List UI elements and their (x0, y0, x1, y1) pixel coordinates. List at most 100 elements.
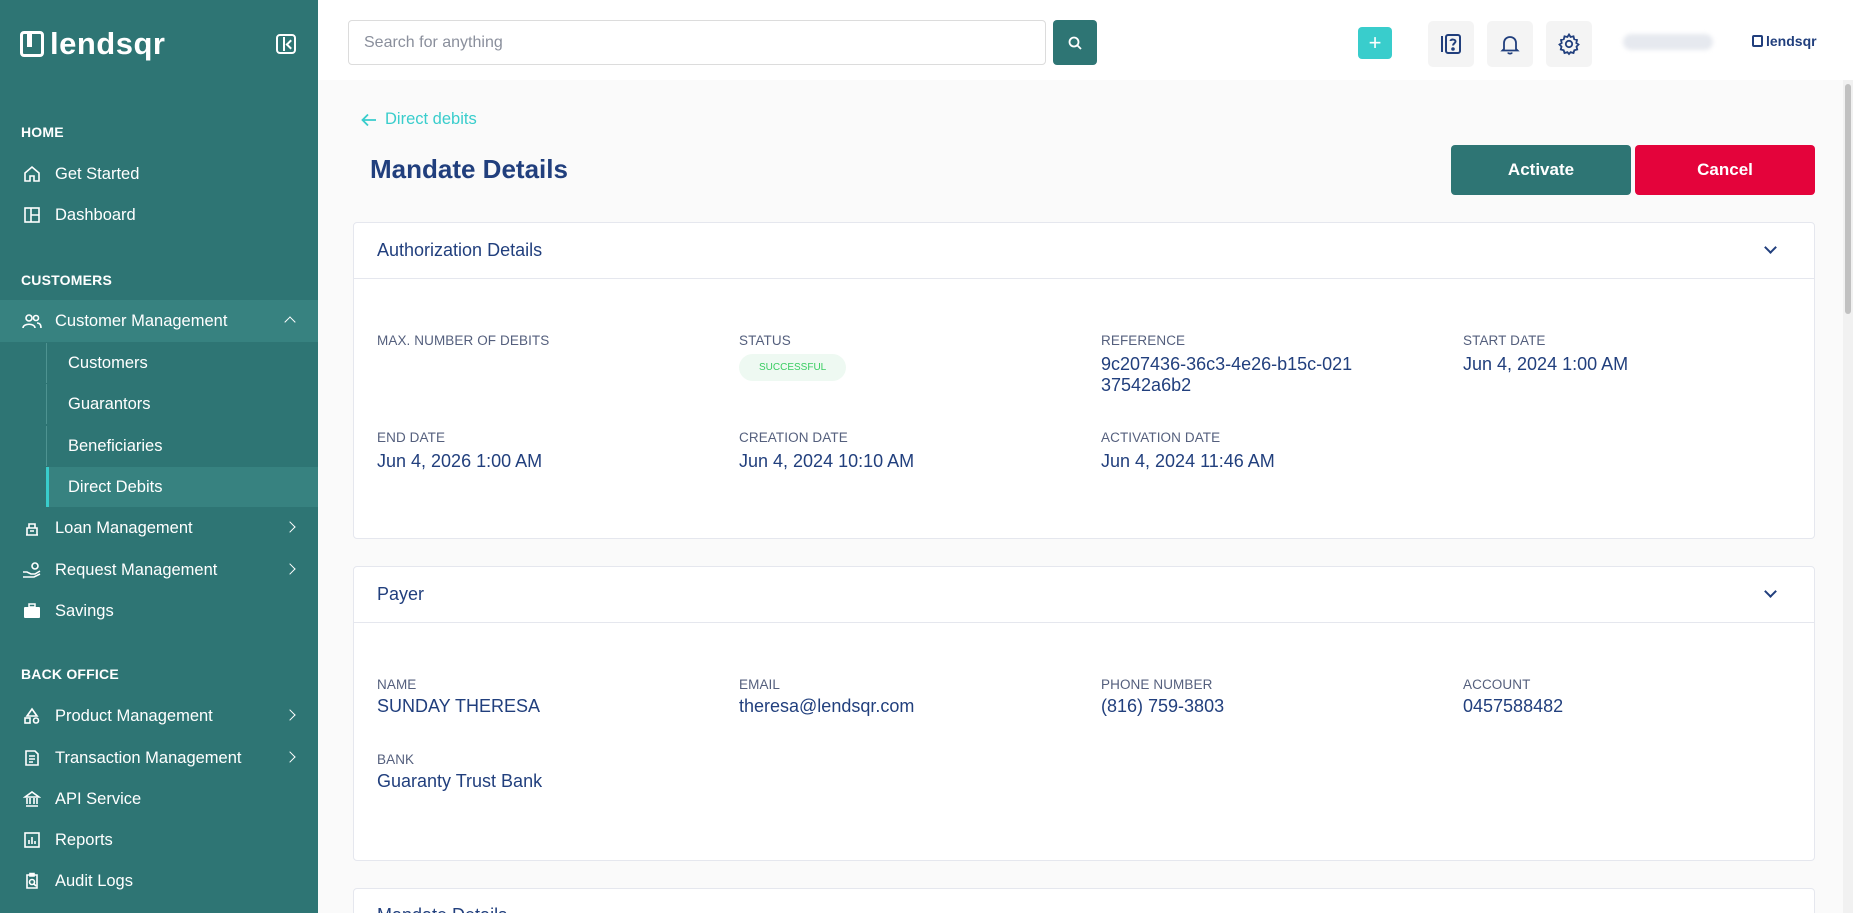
card-title: Mandate Details (377, 905, 507, 913)
sidebar-item-label: Reports (55, 830, 113, 849)
section-title-home: HOME (21, 124, 64, 140)
authorization-details-header[interactable]: Authorization Details (354, 223, 1814, 279)
sidebar-item-beneficiaries[interactable]: Beneficiaries (46, 426, 318, 466)
sidebar-item-guarantors[interactable]: Guarantors (46, 384, 318, 424)
shapes-icon (22, 706, 42, 726)
end-date-field: END DATE Jun 4, 2026 1:00 AM (377, 430, 717, 472)
field-value: Jun 4, 2024 10:10 AM (739, 451, 915, 471)
chevron-right-icon (284, 751, 296, 763)
add-button[interactable]: + (1358, 27, 1392, 59)
org-logo: lendsqr (1752, 33, 1817, 49)
chevron-right-icon (284, 521, 296, 533)
payer-bank-field: BANK Guaranty Trust Bank (377, 752, 717, 792)
gear-icon (1558, 32, 1580, 56)
field-value: (816) 759-3803 (1101, 696, 1225, 716)
sidebar-item-label: Loan Management (55, 518, 193, 537)
mandate-details-card: Mandate Details (353, 888, 1815, 913)
page-scrollbar[interactable] (1843, 80, 1853, 913)
field-label: BANK (377, 752, 415, 767)
user-name-blurred[interactable] (1623, 34, 1713, 50)
sidebar-item-audit-logs[interactable]: Audit Logs (0, 861, 318, 901)
collapse-sidebar-icon[interactable] (276, 34, 296, 54)
mandate-details-header[interactable]: Mandate Details (354, 889, 1814, 913)
field-label: PHONE NUMBER (1101, 677, 1213, 692)
loan-icon (22, 518, 42, 538)
sidebar-item-direct-debits[interactable]: Direct Debits (46, 467, 318, 507)
sidebar-item-loan-management[interactable]: Loan Management (0, 508, 318, 548)
sidebar-item-request-management[interactable]: Request Management (0, 550, 318, 590)
sidebar-item-label: Request Management (55, 560, 218, 579)
dashboard-icon (22, 205, 42, 225)
sidebar-item-reports[interactable]: Reports (0, 820, 318, 860)
sidebar-item-dashboard[interactable]: Dashboard (0, 195, 318, 235)
scrollbar-thumb[interactable] (1845, 84, 1851, 314)
search-button[interactable] (1053, 20, 1097, 65)
org-logo-text: lendsqr (1766, 33, 1817, 49)
sidebar-item-label: Audit Logs (55, 871, 133, 890)
help-icon (1441, 34, 1461, 54)
creation-date-field: CREATION DATE Jun 4, 2024 10:10 AM (739, 430, 1079, 472)
chevron-down-icon[interactable] (1764, 585, 1777, 598)
notifications-button[interactable] (1487, 21, 1533, 67)
sidebar-item-transaction-management[interactable]: Transaction Management (0, 738, 318, 778)
activation-date-field: ACTIVATION DATE Jun 4, 2024 11:46 AM (1101, 430, 1441, 472)
sidebar: lendsqr HOME Get Started Dashboard CUSTO… (0, 0, 318, 913)
field-label: ACCOUNT (1463, 677, 1531, 692)
field-value: Jun 4, 2024 1:00 AM (1463, 354, 1629, 374)
sidebar-item-label: Customers (68, 353, 148, 372)
chevron-up-icon (284, 316, 296, 328)
bell-icon (1500, 36, 1520, 55)
field-label: REFERENCE (1101, 333, 1186, 348)
payer-card: Payer NAME SUNDAY THERESA EMAIL theresa@… (353, 566, 1815, 861)
sidebar-item-label: Product Management (55, 706, 213, 725)
section-title-back-office: BACK OFFICE (21, 666, 119, 682)
users-icon (22, 311, 42, 331)
sidebar-item-label: API Service (55, 789, 142, 808)
sidebar-item-customers[interactable]: Customers (46, 343, 318, 383)
payer-header[interactable]: Payer (354, 567, 1814, 623)
sidebar-item-label: Transaction Management (55, 748, 242, 767)
card-title: Authorization Details (377, 240, 543, 260)
sidebar-item-savings[interactable]: Savings (0, 591, 318, 631)
sidebar-item-get-started[interactable]: Get Started (0, 154, 318, 194)
chevron-right-icon (284, 563, 296, 575)
field-label: EMAIL (739, 677, 781, 692)
activate-button[interactable]: Activate (1451, 145, 1631, 195)
chart-icon (22, 830, 42, 850)
sidebar-item-product-management[interactable]: Product Management (0, 696, 318, 736)
payer-name-field: NAME SUNDAY THERESA (377, 677, 717, 717)
field-label: ACTIVATION DATE (1101, 430, 1221, 445)
field-value: Jun 4, 2026 1:00 AM (377, 451, 543, 471)
sidebar-item-label: Direct Debits (68, 477, 163, 496)
back-link-label: Direct debits (385, 110, 477, 128)
sidebar-item-label: Savings (55, 601, 114, 620)
field-label: START DATE (1463, 333, 1546, 348)
help-button[interactable] (1428, 21, 1474, 67)
field-label: END DATE (377, 430, 446, 445)
search-icon (1068, 36, 1082, 50)
home-icon (22, 164, 42, 184)
chevron-down-icon[interactable] (1764, 241, 1777, 254)
sidebar-item-label: Customer Management (55, 311, 228, 330)
org-logo-mark-icon (1752, 35, 1763, 47)
sidebar-item-customer-management[interactable]: Customer Management (0, 300, 318, 342)
cancel-button[interactable]: Cancel (1635, 145, 1815, 195)
chevron-right-icon (284, 709, 296, 721)
payer-phone-field: PHONE NUMBER (816) 759-3803 (1101, 677, 1441, 717)
authorization-details-card: Authorization Details MAX. NUMBER OF DEB… (353, 222, 1815, 539)
section-title-customers: CUSTOMERS (21, 272, 112, 288)
transactions-icon (22, 748, 42, 768)
brand-logo[interactable]: lendsqr (20, 26, 165, 62)
field-label: NAME (377, 677, 417, 692)
sidebar-item-api-service[interactable]: API Service (0, 779, 318, 819)
sidebar-item-label: Guarantors (68, 394, 151, 413)
payer-email-field: EMAIL theresa@lendsqr.com (739, 677, 1079, 717)
field-label: STATUS (739, 333, 791, 348)
status-field: STATUS SUCCESSFUL (739, 333, 1079, 381)
back-link[interactable]: Direct debits (361, 110, 477, 129)
field-value: Guaranty Trust Bank (377, 771, 543, 791)
field-value: 9c207436-36c3-4e26-b15c-02137542a6b2 (1101, 354, 1353, 395)
clipboard-search-icon (22, 871, 42, 891)
settings-button[interactable] (1546, 21, 1592, 67)
search-input[interactable] (348, 20, 1046, 65)
